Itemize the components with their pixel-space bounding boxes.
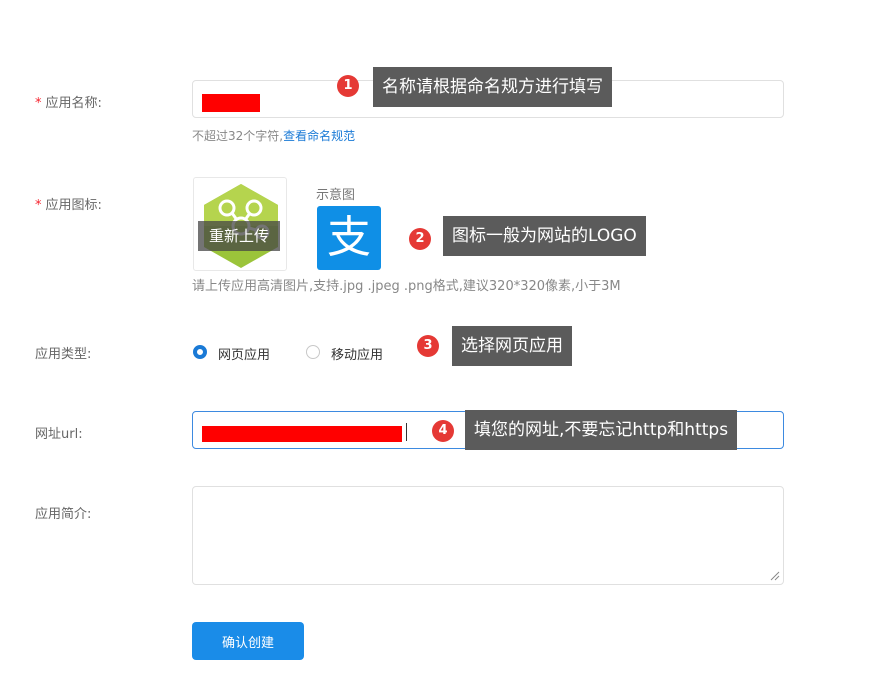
app-type-label: 应用类型:: [35, 347, 92, 362]
intro-textarea[interactable]: [192, 486, 784, 585]
redacted-text: [202, 94, 260, 112]
intro-label: 应用简介:: [35, 507, 92, 522]
callout-badge-2: 2: [409, 228, 431, 250]
callout-3: 选择网页应用: [452, 326, 572, 366]
radio-web-app[interactable]: [193, 345, 207, 359]
icon-upload-box[interactable]: 重新上传: [193, 177, 287, 271]
app-icon-hint: 请上传应用高清图片,支持.jpg .jpeg .png格式,建议320*320像…: [192, 279, 621, 294]
app-name-hint-text: 不超过32个字符,: [192, 129, 284, 143]
callout-badge-1: 1: [337, 75, 359, 97]
text-cursor: [406, 423, 407, 441]
naming-rules-link[interactable]: 查看命名规范: [283, 129, 355, 143]
callout-4: 填您的网址,不要忘记http和https: [465, 410, 738, 450]
app-icon-label-text: 应用图标:: [45, 198, 102, 213]
redacted-url: [202, 426, 402, 442]
callout-badge-4: 4: [432, 420, 454, 442]
app-name-label-text: 应用名称:: [45, 96, 102, 111]
callout-1: 名称请根据命名规方进行填写: [373, 67, 612, 107]
alipay-example-icon: 支: [317, 206, 381, 270]
app-icon-label: * 应用图标:: [35, 194, 102, 213]
callout-badge-3: 3: [417, 335, 439, 357]
app-name-hint: 不超过32个字符,查看命名规范: [192, 127, 355, 144]
radio-web-app-label[interactable]: 网页应用: [218, 344, 270, 363]
app-name-label: * 应用名称:: [35, 92, 102, 111]
resize-handle-icon[interactable]: [770, 571, 780, 581]
reupload-button[interactable]: 重新上传: [198, 221, 280, 251]
confirm-create-button[interactable]: 确认创建: [192, 622, 304, 660]
example-label: 示意图: [316, 188, 356, 203]
radio-mobile-app-label[interactable]: 移动应用: [331, 344, 383, 363]
url-label: 网址url:: [35, 427, 83, 442]
radio-mobile-app[interactable]: [306, 345, 320, 359]
required-mark: *: [35, 198, 42, 213]
required-mark: *: [35, 96, 42, 111]
callout-2: 图标一般为网站的LOGO: [443, 216, 646, 256]
